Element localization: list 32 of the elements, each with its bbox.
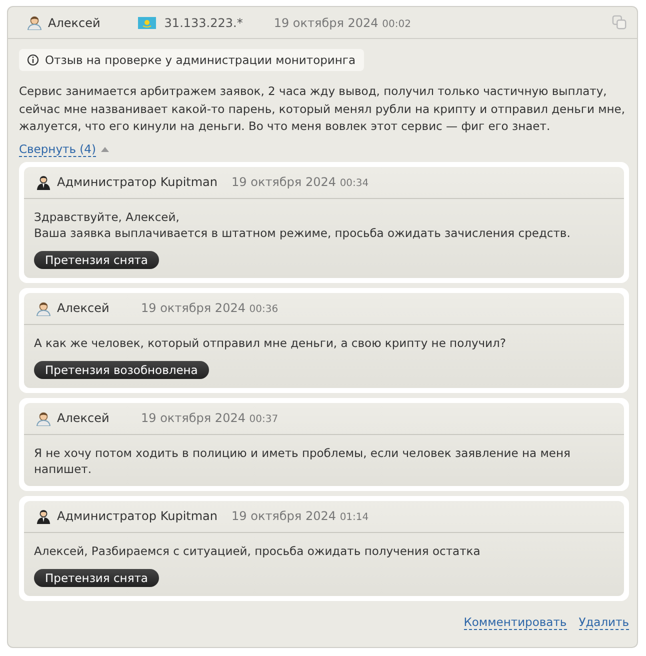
user-icon <box>36 300 51 316</box>
notice-text: Отзыв на проверке у администрации мониторинга <box>45 53 356 67</box>
user-icon <box>36 410 51 426</box>
review-text: Сервис занимается арбитражем заявок, 2 часа жду вывод, получил только частичную выплату, сейчас мне названивает какой-то парень, который менял рубли на крипту и отправил деньги мне, жалуется, что его кинули на деньги. Во что меня вовлек этот сервис — фиг его знает. <box>19 83 626 135</box>
caret-icon <box>100 146 109 152</box>
author-name: Алексей <box>57 411 110 425</box>
reply-date: 19 октября 2024 01:14 <box>232 509 369 523</box>
reply-text: Здравствуйте, Алексей, Ваша заявка выплачивается в штатном режиме, просьба ожидать зачисления средств. <box>34 208 572 240</box>
status-badge: Претензия возобновлена <box>34 360 209 378</box>
reply-date: 19 октября 2024 00:34 <box>232 175 369 189</box>
reply-text: Алексей, Разбираемся с ситуацией, просьба ожидать получения остатка <box>34 542 482 558</box>
admin-icon <box>36 508 51 524</box>
status-badge: Претензия снята <box>34 250 159 268</box>
action-link[interactable]: Комментировать <box>464 614 567 630</box>
action-link[interactable]: Удалить <box>578 614 629 630</box>
reply-date: 19 октября 2024 00:37 <box>141 411 278 425</box>
info-icon <box>27 54 39 66</box>
author-name: Администратор Kupitman <box>57 509 218 523</box>
status-badge: Претензия снята <box>34 568 159 586</box>
author-name: Администратор Kupitman <box>57 175 218 189</box>
review-date: 19 октября 2024 00:02 <box>274 16 411 30</box>
reply-text: Я не хочу потом ходить в полицию и иметь проблемы, если человек заявление на меня напишет. <box>34 444 572 476</box>
ip-address: 31.133.223.* <box>164 16 243 30</box>
reply-text: А как же человек, который отправил мне деньги, а свою крипту не получил? <box>34 334 507 350</box>
collapse-link[interactable]: Свернуть (4) <box>19 142 96 156</box>
author-name: Алексей <box>48 16 100 30</box>
copy-icon[interactable] <box>612 15 627 30</box>
reply-date: 19 октября 2024 00:36 <box>141 301 278 315</box>
flag-icon <box>138 16 156 28</box>
author-name: Алексей <box>57 301 110 315</box>
user-icon <box>27 15 42 30</box>
admin-icon <box>36 174 51 190</box>
